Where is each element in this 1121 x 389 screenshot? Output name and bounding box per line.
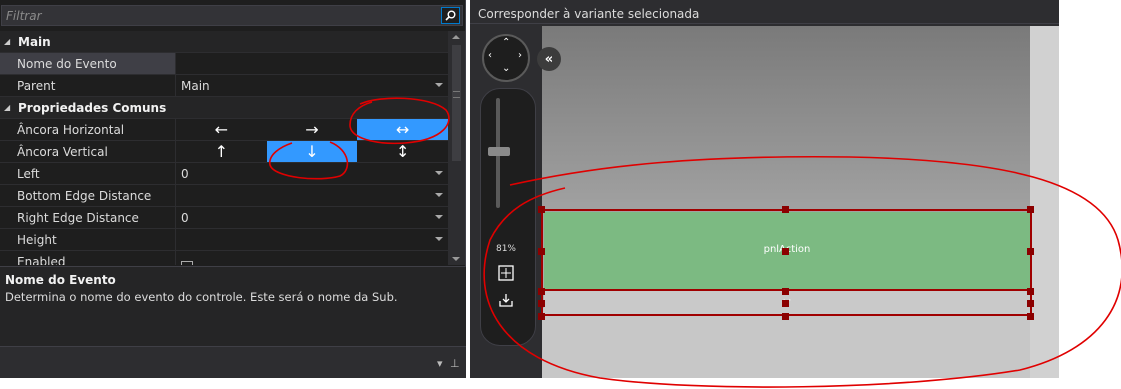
anchor-bottom-button[interactable]: ↓ bbox=[266, 141, 358, 162]
scroll-grip-icon bbox=[453, 91, 460, 98]
prop-name: Left bbox=[0, 163, 176, 184]
prop-row-ancora-vertical[interactable]: Âncora Vertical ↑ ↓ ↕ bbox=[0, 141, 448, 163]
prop-name: Height bbox=[0, 229, 176, 250]
category-comuns-label: Propriedades Comuns bbox=[18, 100, 167, 115]
prop-name: Bottom Edge Distance bbox=[0, 185, 176, 206]
category-main[interactable]: ◢ Main bbox=[0, 31, 448, 53]
dropdown-arrow-icon[interactable] bbox=[435, 215, 443, 219]
left-value: 0 bbox=[181, 166, 189, 181]
panel-footer: ▾ ⊥ bbox=[0, 346, 466, 378]
prop-row-right-edge[interactable]: Right Edge Distance 0 bbox=[0, 207, 448, 229]
pan-navigator[interactable]: ⌃ ⌄ ‹ › bbox=[482, 34, 530, 82]
pan-left-icon[interactable]: ‹ bbox=[488, 50, 492, 61]
prop-name: Âncora Vertical bbox=[0, 141, 176, 162]
parent-value: Main bbox=[181, 78, 210, 93]
prop-value-nome-evento[interactable] bbox=[176, 53, 448, 74]
anchor-both-vertical-button[interactable]: ↕ bbox=[357, 141, 448, 162]
resize-handle[interactable] bbox=[1027, 206, 1034, 213]
properties-panel: ◢ Main Nome do Evento Parent Main ◢ Prop… bbox=[0, 0, 466, 378]
prop-row-enabled[interactable]: Enabled bbox=[0, 251, 448, 265]
resize-handle[interactable] bbox=[1027, 288, 1034, 295]
prop-value-enabled[interactable] bbox=[176, 251, 448, 265]
anchor-left-button[interactable]: ← bbox=[176, 119, 267, 140]
designer-panel: Corresponder à variante selecionada ⌃ ⌄ … bbox=[470, 0, 1059, 378]
prop-value-bottom-edge[interactable] bbox=[176, 185, 448, 206]
anchor-both-horizontal-button[interactable]: ↔ bbox=[357, 119, 448, 140]
double-chevron-left-icon[interactable]: « bbox=[537, 47, 561, 71]
zoom-level: 81% bbox=[495, 244, 516, 254]
resize-handle[interactable] bbox=[538, 206, 545, 213]
resize-handle[interactable] bbox=[538, 300, 545, 307]
dropdown-arrow-icon[interactable] bbox=[435, 83, 443, 87]
search-icon[interactable] bbox=[441, 7, 460, 24]
category-main-label: Main bbox=[18, 34, 51, 49]
download-icon[interactable] bbox=[496, 290, 516, 310]
resize-handle[interactable] bbox=[782, 288, 789, 295]
description-pane: Nome do Evento Determina o nome do event… bbox=[0, 266, 466, 346]
filter-box[interactable] bbox=[1, 5, 463, 26]
design-canvas[interactable] bbox=[542, 26, 1059, 378]
resize-handle[interactable] bbox=[782, 248, 789, 255]
prop-name: Right Edge Distance bbox=[0, 207, 176, 228]
prop-value-parent[interactable]: Main bbox=[176, 75, 448, 96]
dropdown-arrow-icon[interactable] bbox=[435, 193, 443, 197]
scroll-up-icon[interactable] bbox=[452, 35, 460, 39]
resize-handle[interactable] bbox=[538, 248, 545, 255]
resize-handle[interactable] bbox=[782, 313, 789, 320]
dropdown-arrow-icon[interactable] bbox=[435, 237, 443, 241]
category-comuns[interactable]: ◢ Propriedades Comuns bbox=[0, 97, 448, 119]
scroll-thumb[interactable] bbox=[452, 45, 461, 161]
pan-down-icon[interactable]: ⌄ bbox=[502, 63, 510, 74]
prop-value-height[interactable] bbox=[176, 229, 448, 250]
pan-up-icon[interactable]: ⌃ bbox=[502, 37, 510, 48]
scroll-down-icon[interactable] bbox=[452, 257, 460, 261]
dropdown-arrow-icon[interactable]: ▾ bbox=[437, 357, 443, 370]
designer-title: Corresponder à variante selecionada bbox=[470, 4, 1059, 24]
zoom-slider-thumb[interactable] bbox=[488, 147, 510, 156]
prop-row-bottom-edge[interactable]: Bottom Edge Distance bbox=[0, 185, 448, 207]
resize-handle[interactable] bbox=[1027, 248, 1034, 255]
resize-handle[interactable] bbox=[1027, 313, 1034, 320]
resize-handle[interactable] bbox=[782, 206, 789, 213]
enabled-checkbox[interactable] bbox=[181, 260, 193, 265]
prop-row-nome-evento[interactable]: Nome do Evento bbox=[0, 53, 448, 75]
prop-name: Enabled bbox=[0, 251, 176, 265]
fit-to-screen-icon[interactable] bbox=[496, 263, 516, 283]
collapse-triangle-icon[interactable]: ◢ bbox=[4, 103, 16, 112]
prop-row-left[interactable]: Left 0 bbox=[0, 163, 448, 185]
anchor-top-button[interactable]: ↑ bbox=[176, 141, 267, 162]
resize-handle[interactable] bbox=[1027, 300, 1034, 307]
prop-row-ancora-horizontal[interactable]: Âncora Horizontal ← → ↔ bbox=[0, 119, 448, 141]
filter-input[interactable] bbox=[6, 8, 426, 24]
resize-handle[interactable] bbox=[782, 300, 789, 307]
collapse-triangle-icon[interactable]: ◢ bbox=[4, 37, 16, 46]
resize-handle[interactable] bbox=[538, 288, 545, 295]
prop-row-height[interactable]: Height bbox=[0, 229, 448, 251]
canvas-margin bbox=[1030, 26, 1059, 378]
prop-row-parent[interactable]: Parent Main bbox=[0, 75, 448, 97]
prop-name: Âncora Horizontal bbox=[0, 119, 176, 140]
right-value: 0 bbox=[181, 210, 189, 225]
property-grid-scrollbar[interactable] bbox=[448, 31, 465, 265]
prop-name: Nome do Evento bbox=[0, 53, 176, 74]
prop-name: Parent bbox=[0, 75, 176, 96]
prop-value-right-edge[interactable]: 0 bbox=[176, 207, 448, 228]
pin-icon[interactable]: ⊥ bbox=[450, 357, 460, 370]
dropdown-arrow-icon[interactable] bbox=[435, 171, 443, 175]
prop-value-left[interactable]: 0 bbox=[176, 163, 448, 184]
resize-handle[interactable] bbox=[538, 313, 545, 320]
property-grid: ◢ Main Nome do Evento Parent Main ◢ Prop… bbox=[0, 31, 448, 265]
description-title: Nome do Evento bbox=[5, 273, 116, 287]
description-text: Determina o nome do evento do controle. … bbox=[5, 290, 398, 304]
pan-right-icon[interactable]: › bbox=[518, 50, 522, 61]
anchor-right-button[interactable]: → bbox=[267, 119, 358, 140]
